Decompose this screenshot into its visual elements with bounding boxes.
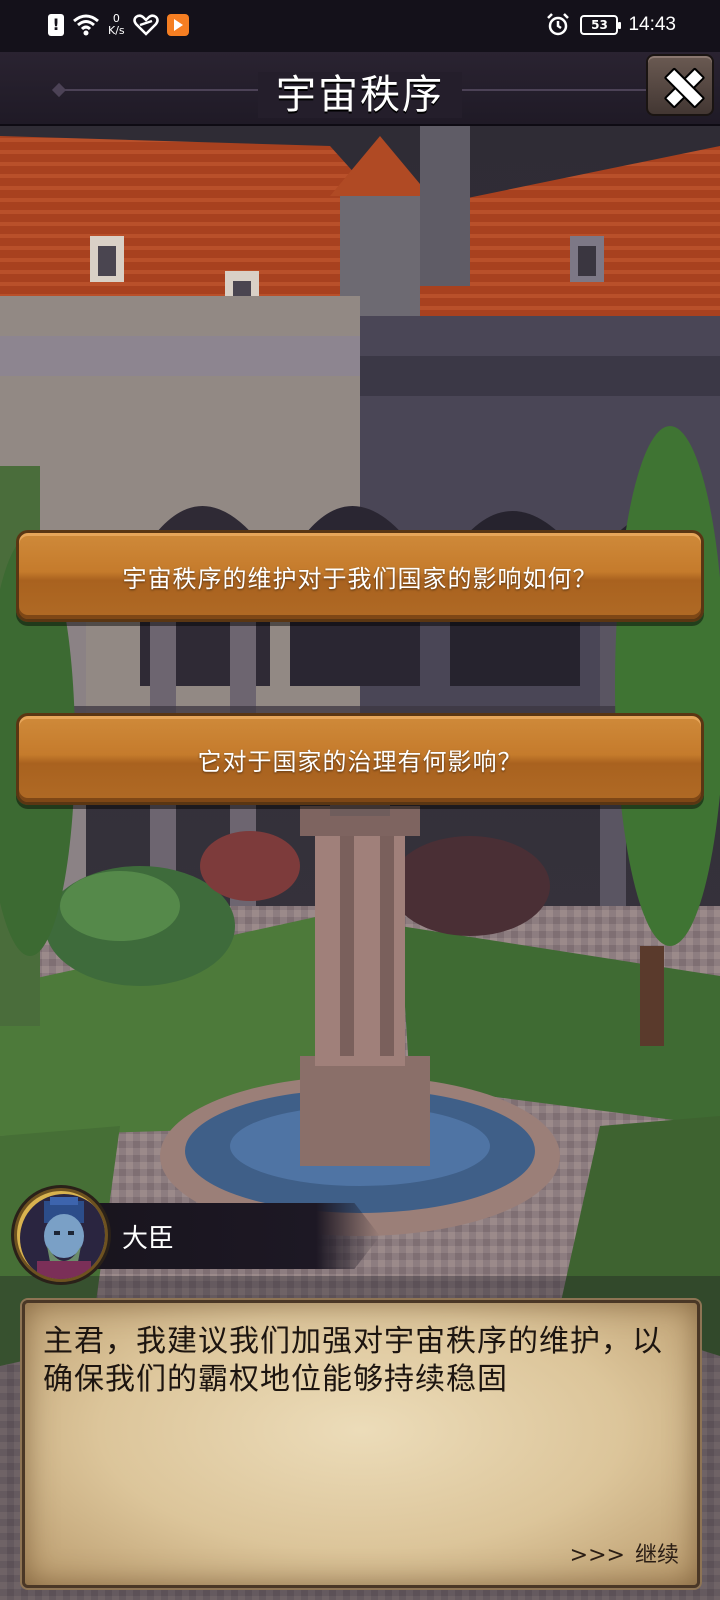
- net-speed-unit: K/s: [108, 24, 125, 37]
- heart-icon: [132, 14, 159, 36]
- speaker-name-plate: [60, 1203, 380, 1269]
- battery-icon: 53: [580, 15, 622, 35]
- close-icon: [664, 68, 700, 104]
- status-bar: 0 K/s 53 14:43: [0, 0, 720, 52]
- header: 宇宙秩序: [0, 52, 720, 126]
- alert-icon: [48, 14, 64, 36]
- clock: 14:43: [628, 14, 676, 35]
- dialog-box[interactable]: 主君，我建议我们加强对宇宙秩序的维护，以确保我们的霸权地位能够持续稳固 >>> 继…: [22, 1300, 700, 1588]
- choice-button-1[interactable]: 宇宙秩序的维护对于我们国家的影响如何？: [16, 530, 704, 622]
- battery-level: 53: [591, 18, 608, 32]
- page-title-text: 宇宙秩序: [258, 72, 462, 118]
- speaker-name: 大臣: [122, 1224, 175, 1254]
- continue-arrow-icon: >>>: [569, 1543, 625, 1568]
- continue-label: 继续: [634, 1543, 679, 1568]
- close-button[interactable]: [646, 54, 714, 116]
- status-icons-left: 0 K/s: [48, 10, 189, 40]
- dialog-text: 主君，我建议我们加强对宇宙秩序的维护，以确保我们的霸权地位能够持续稳固: [43, 1324, 663, 1397]
- page-title: 宇宙秩序: [0, 62, 720, 120]
- minister-avatar: [14, 1188, 108, 1282]
- wifi-icon: [72, 14, 100, 36]
- alarm-icon: [546, 13, 570, 37]
- status-icons-right: 53 14:43: [546, 10, 676, 40]
- net-speed: 0 K/s: [108, 13, 125, 37]
- continue-button[interactable]: >>> 继续: [570, 1537, 679, 1569]
- app-badge-icon: [166, 14, 189, 36]
- choice-button-2[interactable]: 它对于国家的治理有何影响？: [16, 713, 704, 805]
